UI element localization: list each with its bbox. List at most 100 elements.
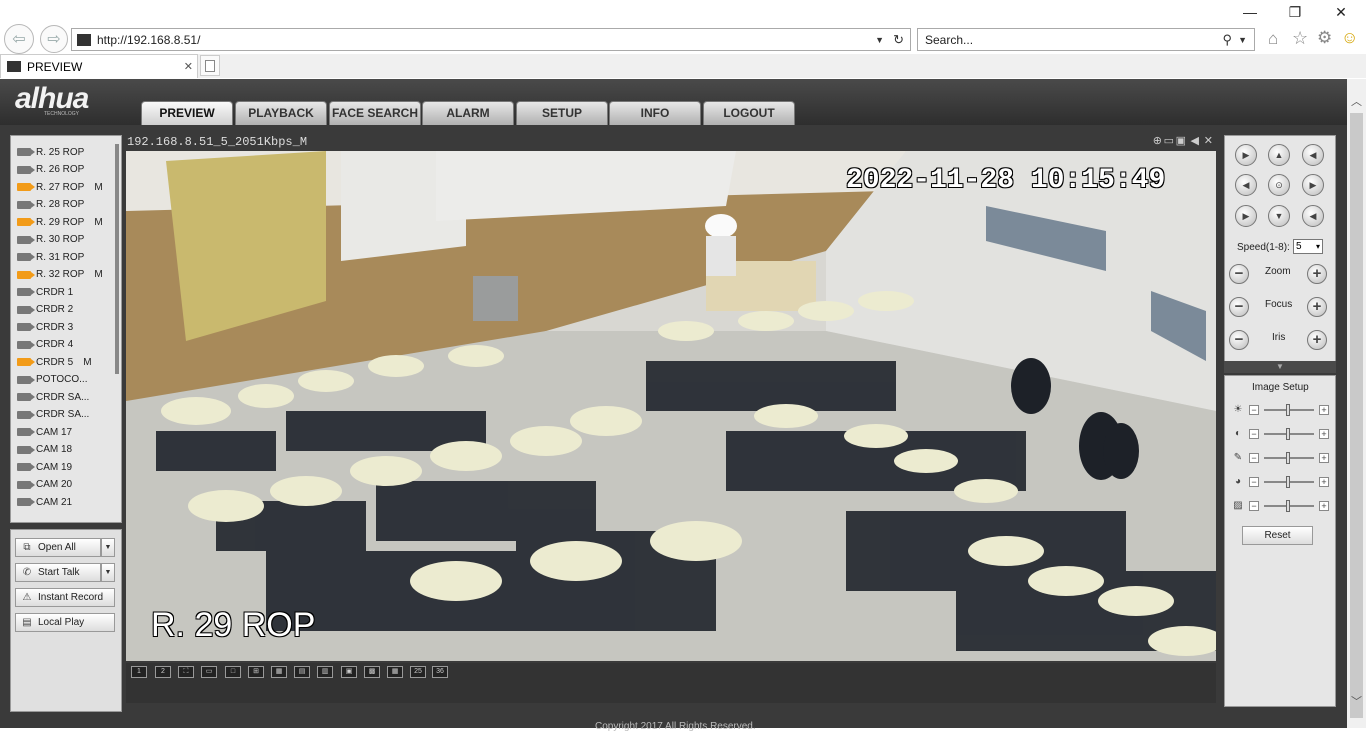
search-icon[interactable]: ⚲	[1222, 32, 1232, 48]
slider-plus-button[interactable]: +	[1319, 453, 1329, 463]
channel-item[interactable]: CAM 17	[17, 424, 82, 440]
channel-item[interactable]: R. 27 ROP M	[17, 179, 103, 195]
reset-button[interactable]: Reset	[1242, 526, 1313, 545]
start-talk-button[interactable]: ✆ Start Talk	[15, 563, 101, 582]
channel-item[interactable]: CRDR SA...	[17, 389, 99, 405]
layout-button[interactable]: ▤	[294, 666, 310, 678]
layout-button[interactable]: 1	[131, 666, 147, 678]
channel-item[interactable]: R. 25 ROP	[17, 144, 94, 160]
slider-thumb[interactable]	[1286, 500, 1290, 512]
slider-minus-button[interactable]: −	[1249, 429, 1259, 439]
channel-item[interactable]: R. 26 ROP	[17, 162, 94, 178]
refresh-icon[interactable]: ↻	[893, 32, 904, 48]
ptz-right[interactable]: ▶	[1302, 174, 1324, 196]
zoom-minus-button[interactable]: −	[1229, 264, 1249, 284]
video-feed[interactable]: 2022-11-28 10:15:49 R. 29 ROP	[126, 151, 1216, 661]
layout-button[interactable]: 2	[155, 666, 171, 678]
layout-button[interactable]: ▦	[387, 666, 403, 678]
open-all-dropdown[interactable]: ▼	[101, 538, 115, 557]
layout-button[interactable]: □	[225, 666, 241, 678]
channel-item[interactable]: R. 28 ROP	[17, 197, 94, 213]
snapshot-icon[interactable]: ▣	[1176, 134, 1186, 147]
ptz-up-left[interactable]: ▶	[1235, 144, 1257, 166]
minimize-button[interactable]: —	[1227, 4, 1273, 20]
ptz-down[interactable]: ▼	[1268, 205, 1290, 227]
iris-minus-button[interactable]: −	[1229, 330, 1249, 350]
smiley-feedback-icon[interactable]: ☺	[1341, 28, 1358, 48]
menu-logout[interactable]: LOGOUT	[703, 101, 795, 125]
channel-item[interactable]: CAM 19	[17, 459, 82, 475]
channel-item[interactable]: R. 30 ROP	[17, 232, 94, 248]
ptz-up[interactable]: ▲	[1268, 144, 1290, 166]
channel-item[interactable]: CAM 20	[17, 477, 82, 493]
slider-minus-button[interactable]: −	[1249, 405, 1259, 415]
zoom-plus-button[interactable]: +	[1307, 264, 1327, 284]
layout-button[interactable]: ⛶	[178, 666, 194, 678]
forward-button[interactable]: ⇨	[40, 25, 68, 53]
menu-preview[interactable]: PREVIEW	[141, 101, 233, 125]
menu-alarm[interactable]: ALARM	[422, 101, 514, 125]
layout-button[interactable]: ▭	[201, 666, 217, 678]
slider-plus-button[interactable]: +	[1319, 501, 1329, 511]
page-scrollbar[interactable]: ︿ ﹀	[1347, 79, 1366, 728]
ptz-down-right[interactable]: ◀	[1302, 205, 1324, 227]
iris-plus-button[interactable]: +	[1307, 330, 1327, 350]
layout-button[interactable]: ⊞	[248, 666, 264, 678]
layout-button[interactable]: ▦	[271, 666, 287, 678]
back-button[interactable]: ⇦	[4, 24, 34, 54]
ptz-up-right[interactable]: ◀	[1302, 144, 1324, 166]
slider-plus-button[interactable]: +	[1319, 429, 1329, 439]
address-dropdown-icon[interactable]: ▼	[875, 35, 884, 45]
layout-button[interactable]: 36	[432, 666, 448, 678]
focus-minus-button[interactable]: −	[1229, 297, 1249, 317]
slider-thumb[interactable]	[1286, 452, 1290, 464]
slider-minus-button[interactable]: −	[1249, 477, 1259, 487]
channel-item[interactable]: CRDR 4	[17, 337, 83, 353]
channel-item[interactable]: CRDR SA...	[17, 407, 99, 423]
tab-preview[interactable]: PREVIEW ✕	[0, 54, 198, 78]
local-play-button[interactable]: ▤ Local Play	[15, 613, 115, 632]
slider-thumb[interactable]	[1286, 404, 1290, 416]
layout-button[interactable]: 25	[410, 666, 426, 678]
scroll-up-icon[interactable]: ︿	[1351, 93, 1362, 109]
layout-button[interactable]: ▥	[317, 666, 333, 678]
ptz-down-left[interactable]: ▶	[1235, 205, 1257, 227]
channel-item[interactable]: CRDR 3	[17, 319, 83, 335]
menu-info[interactable]: INFO	[609, 101, 701, 125]
restore-button[interactable]: ❐	[1272, 4, 1318, 21]
channel-item[interactable]: R. 32 ROP M	[17, 267, 103, 283]
settings-gear-icon[interactable]: ⚙	[1317, 28, 1332, 48]
menu-playback[interactable]: PLAYBACK	[235, 101, 327, 125]
slider-plus-button[interactable]: +	[1319, 405, 1329, 415]
channel-item[interactable]: CRDR 5 M	[17, 354, 92, 370]
channel-item[interactable]: POTOCO...	[17, 372, 98, 388]
ptz-collapse-toggle[interactable]: ▼	[1224, 361, 1336, 373]
address-bar[interactable]: http://192.168.8.51/ ▼ ↻	[71, 28, 911, 51]
speed-select[interactable]: 5 ▾	[1293, 239, 1323, 254]
digital-zoom-icon[interactable]: ▭	[1164, 134, 1174, 147]
ptz-left[interactable]: ◀	[1235, 174, 1257, 196]
zoom-in-icon[interactable]: ⊕	[1153, 134, 1162, 147]
slider-plus-button[interactable]: +	[1319, 477, 1329, 487]
favorites-star-icon[interactable]: ☆	[1292, 28, 1308, 49]
slider-thumb[interactable]	[1286, 428, 1290, 440]
layout-button[interactable]: ▩	[364, 666, 380, 678]
tab-close-icon[interactable]: ✕	[184, 60, 193, 73]
slider-minus-button[interactable]: −	[1249, 501, 1259, 511]
search-dropdown-icon[interactable]: ▼	[1238, 35, 1247, 45]
close-video-icon[interactable]: ✕	[1204, 134, 1213, 147]
ptz-center[interactable]: ⊙	[1268, 174, 1290, 196]
channel-item[interactable]: CAM 21	[17, 494, 82, 510]
scroll-down-icon[interactable]: ﹀	[1351, 693, 1362, 709]
channel-item[interactable]: R. 29 ROP M	[17, 214, 103, 230]
focus-plus-button[interactable]: +	[1307, 297, 1327, 317]
start-talk-dropdown[interactable]: ▼	[101, 563, 115, 582]
channel-list-scrollbar[interactable]	[115, 144, 119, 374]
slider-minus-button[interactable]: −	[1249, 453, 1259, 463]
audio-icon[interactable]: ◀	[1191, 134, 1199, 147]
scroll-thumb[interactable]	[1350, 113, 1363, 718]
new-tab-button[interactable]	[200, 55, 220, 76]
channel-item[interactable]: CRDR 1	[17, 284, 83, 300]
slider-thumb[interactable]	[1286, 476, 1290, 488]
search-input[interactable]: Search...	[925, 33, 973, 47]
